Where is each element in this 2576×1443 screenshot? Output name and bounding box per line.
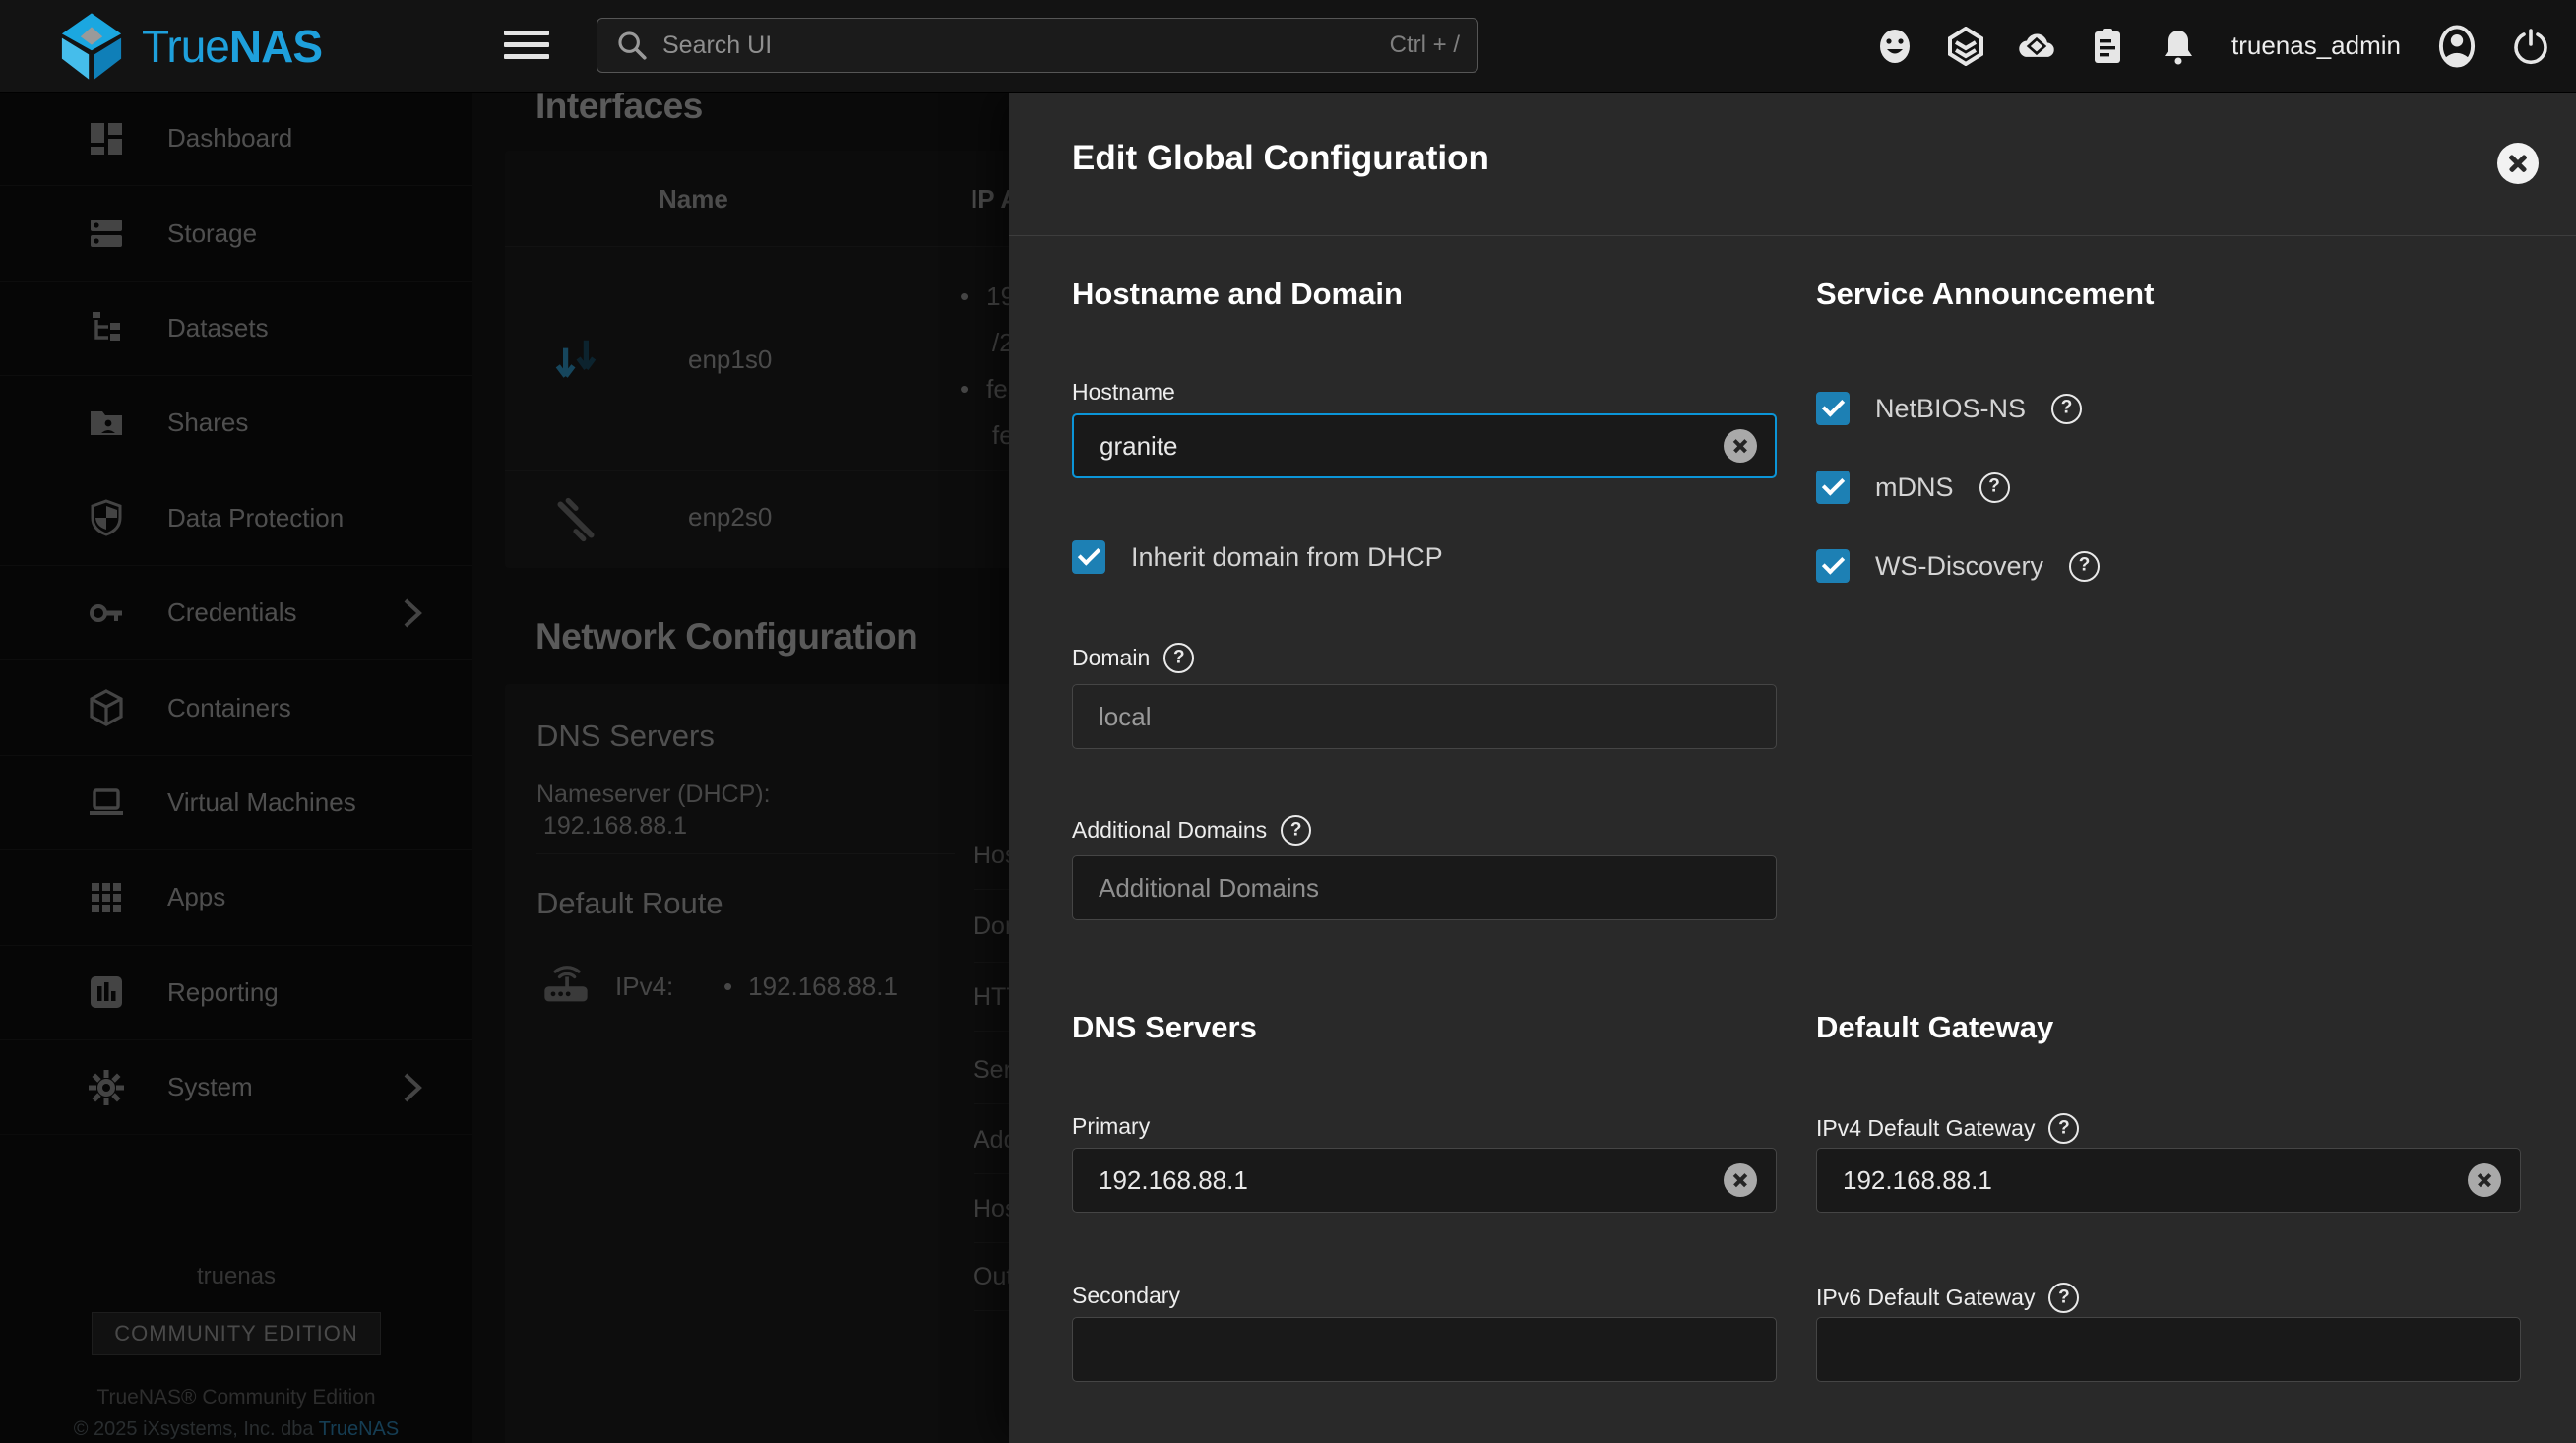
ipv6-gateway-field-wrap xyxy=(1816,1317,2521,1382)
secondary-dns-label: Secondary xyxy=(1072,1283,1180,1309)
hostname-field-wrap xyxy=(1072,413,1777,478)
help-icon[interactable] xyxy=(2048,1113,2079,1144)
domain-label: Domain xyxy=(1072,643,1194,673)
additional-domains-label: Additional Domains xyxy=(1072,815,1311,846)
ws-discovery-checkbox[interactable] xyxy=(1816,549,1850,583)
topbar-actions: truenas_admin xyxy=(1875,0,2550,92)
additional-domains-field-wrap xyxy=(1072,855,1777,920)
user-avatar-icon[interactable] xyxy=(2434,24,2480,69)
ipv4-gateway-input[interactable] xyxy=(1816,1148,2521,1213)
menu-toggle-icon[interactable] xyxy=(504,31,549,62)
search-input[interactable]: Search UI Ctrl + / xyxy=(597,18,1478,73)
close-icon[interactable] xyxy=(2497,143,2539,184)
ix-stack-icon[interactable] xyxy=(1946,27,1985,66)
section-hostname-domain: Hostname and Domain xyxy=(1072,277,1403,312)
brand-text: TrueNAS xyxy=(142,20,322,73)
truecommand-cloud-icon[interactable] xyxy=(2017,27,2056,66)
secondary-dns-field-wrap xyxy=(1072,1317,1777,1382)
topbar: TrueNAS Search UI Ctrl + / xyxy=(0,0,2576,93)
help-icon[interactable] xyxy=(1163,643,1194,673)
domain-input[interactable] xyxy=(1072,684,1777,749)
primary-dns-field-wrap xyxy=(1072,1148,1777,1213)
section-default-gateway: Default Gateway xyxy=(1816,1010,2053,1045)
domain-field-wrap xyxy=(1072,684,1777,749)
ipv4-gateway-field-wrap xyxy=(1816,1148,2521,1213)
inherit-domain-checkbox-row[interactable]: Inherit domain from DHCP xyxy=(1072,540,1443,574)
help-icon[interactable] xyxy=(1979,472,2010,503)
help-icon[interactable] xyxy=(2048,1283,2079,1313)
hostname-input[interactable] xyxy=(1072,413,1777,478)
clear-ipv4-gateway-icon[interactable] xyxy=(2468,1163,2501,1197)
primary-dns-input[interactable] xyxy=(1072,1148,1777,1213)
truenas-screen: TrueNAS Search UI Ctrl + / xyxy=(0,0,2576,1443)
clear-hostname-icon[interactable] xyxy=(1724,429,1757,463)
secondary-dns-input[interactable] xyxy=(1072,1317,1777,1382)
truenas-logo-icon xyxy=(57,12,126,81)
mdns-checkbox-row[interactable]: mDNS xyxy=(1816,471,2010,504)
search-icon xyxy=(615,29,649,62)
modal-backdrop[interactable] xyxy=(0,92,1009,1443)
ws-discovery-checkbox-row[interactable]: WS-Discovery xyxy=(1816,549,2100,583)
netbios-checkbox-row[interactable]: NetBIOS-NS xyxy=(1816,392,2082,425)
section-dns-servers: DNS Servers xyxy=(1072,1010,1257,1045)
feedback-smiley-icon[interactable] xyxy=(1875,27,1915,66)
modal-title: Edit Global Configuration xyxy=(1072,139,1489,178)
help-icon[interactable] xyxy=(2051,394,2082,424)
ipv4-gateway-label: IPv4 Default Gateway xyxy=(1816,1113,2079,1144)
modal-header-divider xyxy=(1009,235,2576,236)
section-service-announcement: Service Announcement xyxy=(1816,277,2154,312)
power-icon[interactable] xyxy=(2511,27,2550,66)
truenas-logo[interactable]: TrueNAS xyxy=(57,12,322,81)
help-icon[interactable] xyxy=(1281,815,1311,846)
mdns-checkbox[interactable] xyxy=(1816,471,1850,504)
additional-domains-input[interactable] xyxy=(1072,855,1777,920)
alerts-bell-icon[interactable] xyxy=(2159,27,2198,66)
inherit-domain-checkbox[interactable] xyxy=(1072,540,1105,574)
ipv6-gateway-input[interactable] xyxy=(1816,1317,2521,1382)
ipv6-gateway-label: IPv6 Default Gateway xyxy=(1816,1283,2079,1313)
primary-dns-label: Primary xyxy=(1072,1113,1150,1140)
search-shortcut: Ctrl + / xyxy=(1390,31,1460,59)
clear-primary-dns-icon[interactable] xyxy=(1724,1163,1757,1197)
netbios-checkbox[interactable] xyxy=(1816,392,1850,425)
search-placeholder: Search UI xyxy=(662,31,772,60)
edit-global-configuration-modal: Edit Global Configuration Hostname and D… xyxy=(1009,92,2576,1443)
jobs-clipboard-icon[interactable] xyxy=(2088,27,2127,66)
hostname-label: Hostname xyxy=(1072,379,1175,406)
username-label: truenas_admin xyxy=(2231,31,2401,61)
help-icon[interactable] xyxy=(2069,551,2100,582)
